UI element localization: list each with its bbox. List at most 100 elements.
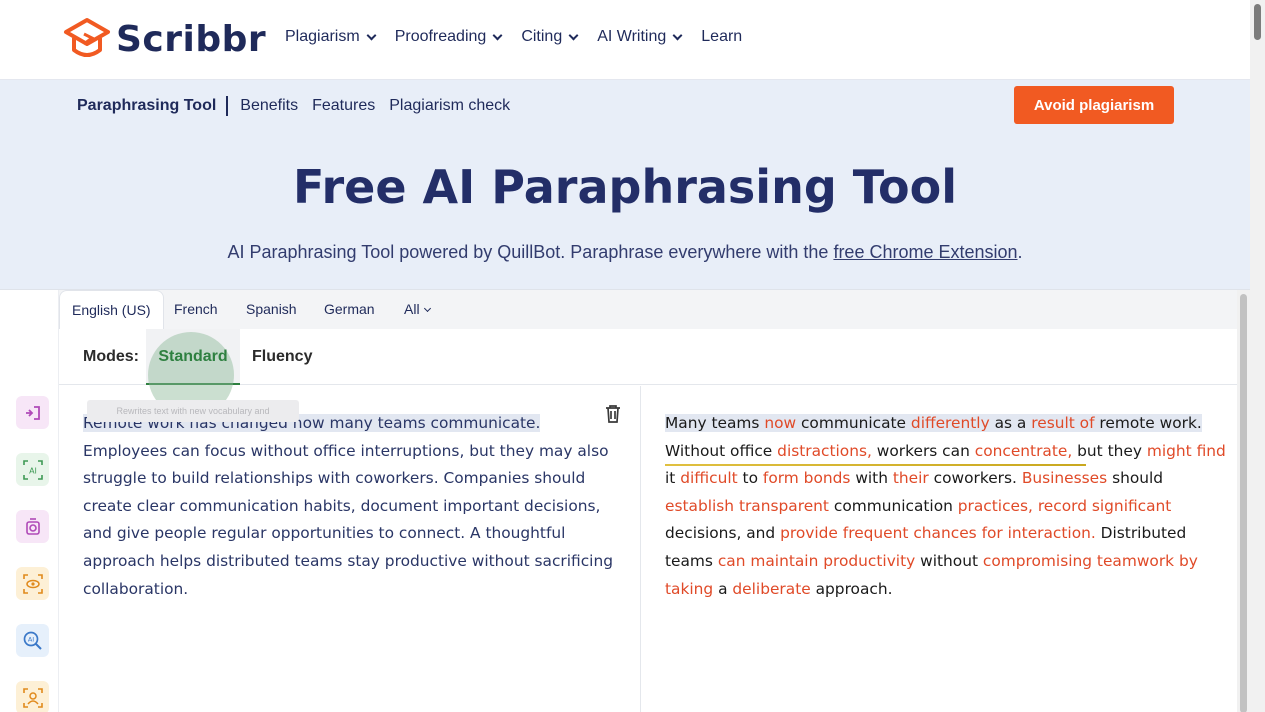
- sentence-underline: [665, 464, 1086, 466]
- subnav-plagiarism-check[interactable]: Plagiarism check: [389, 97, 510, 115]
- changed-phrase[interactable]: form bonds: [763, 469, 851, 487]
- changed-phrase[interactable]: deliberate: [732, 580, 810, 598]
- mode-tooltip: Rewrites text with new vocabulary and: [87, 400, 299, 422]
- nav-label: AI Writing: [597, 28, 667, 45]
- page-scroll-thumb[interactable]: [1254, 4, 1261, 40]
- chevron-down-icon: [423, 304, 431, 313]
- changed-phrase[interactable]: their: [893, 469, 929, 487]
- output-segment: as a: [989, 414, 1032, 432]
- changed-phrase[interactable]: can maintain productivity: [718, 552, 915, 570]
- changed-phrase[interactable]: practices, record significant: [958, 497, 1172, 515]
- nav-learn[interactable]: Learn: [701, 28, 742, 46]
- brand-name: Scribbr: [116, 18, 267, 60]
- mode-standard[interactable]: Standard: [146, 329, 240, 418]
- subtitle-period: .: [1017, 242, 1023, 262]
- tab-all-label: All: [404, 301, 420, 317]
- nav-label: Proofreading: [394, 28, 487, 45]
- output-segment: remote work.: [1094, 414, 1202, 432]
- changed-phrase[interactable]: result of: [1031, 414, 1095, 432]
- ai-search-icon[interactable]: AI: [16, 624, 49, 657]
- grammar-glyph-icon: [25, 517, 40, 535]
- tab-french[interactable]: French: [174, 290, 218, 329]
- output-segment: with: [850, 469, 893, 488]
- nav-proofreading[interactable]: Proofreading: [394, 28, 503, 46]
- changed-phrase[interactable]: concentrate,: [975, 442, 1073, 460]
- tab-all[interactable]: All: [404, 290, 431, 329]
- output-segment: a: [713, 579, 733, 598]
- output-segment: coworkers.: [928, 469, 1022, 488]
- subnav-benefits[interactable]: Benefits: [240, 97, 298, 115]
- svg-text:AI: AI: [29, 466, 37, 475]
- chevron-down-icon: [366, 30, 377, 40]
- ai-search-glyph-icon: AI: [23, 631, 42, 650]
- trash-icon[interactable]: [604, 404, 622, 424]
- changed-phrase[interactable]: establish transparent: [665, 497, 829, 515]
- paraphrasing-tool: AI AI English (US) French Spanish German…: [0, 289, 1250, 712]
- nav-label: Plagiarism: [285, 28, 360, 45]
- paraphrase-glyph-icon: [25, 405, 40, 420]
- scribbr-logo[interactable]: Scribbr: [62, 16, 266, 62]
- hero-subtitle: AI Paraphrasing Tool powered by QuillBot…: [0, 242, 1250, 263]
- nav-label: Citing: [521, 28, 563, 45]
- main-nav: Plagiarism Proofreading Citing AI Writin…: [285, 28, 762, 46]
- changed-phrase[interactable]: distractions,: [777, 442, 872, 460]
- humanizer-icon[interactable]: [16, 681, 49, 712]
- eye-scan-glyph-icon: [22, 573, 43, 594]
- language-tabs: English (US) French Spanish German All: [59, 290, 1237, 329]
- output-text[interactable]: Many teams now communicate differently a…: [665, 410, 1231, 603]
- input-editor[interactable]: Remote work has changed how many teams c…: [59, 386, 641, 712]
- input-rest-text: Employees can focus without office inter…: [83, 441, 613, 598]
- ai-detector-glyph-icon: AI: [22, 459, 43, 480]
- modes-bar: Modes: Standard Fluency: [59, 329, 1237, 418]
- changed-phrase[interactable]: might find: [1147, 442, 1226, 460]
- nav-citing[interactable]: Citing: [521, 28, 579, 46]
- avoid-plagiarism-button[interactable]: Avoid plagiarism: [1014, 86, 1174, 124]
- changed-phrase[interactable]: provide frequent chances for interaction…: [780, 524, 1096, 542]
- summarize-icon[interactable]: [16, 567, 49, 600]
- subnav-features[interactable]: Features: [312, 97, 375, 115]
- chevron-down-icon: [568, 30, 579, 40]
- subtitle-text: AI Paraphrasing Tool powered by QuillBot…: [227, 242, 834, 262]
- tool-sidebar: AI AI: [0, 290, 59, 712]
- output-segment: communicate: [796, 414, 911, 432]
- output-segment: without: [915, 551, 983, 570]
- tab-german[interactable]: German: [324, 290, 375, 329]
- paraphrase-icon[interactable]: [16, 396, 49, 429]
- subnav-current[interactable]: Paraphrasing Tool: [77, 96, 229, 116]
- nav-label: Learn: [701, 28, 743, 45]
- output-segment: approach.: [810, 579, 893, 598]
- output-segment: communication: [828, 496, 958, 515]
- person-scan-glyph-icon: [22, 687, 43, 708]
- tab-english-us[interactable]: English (US): [59, 290, 164, 329]
- page-scrollbar[interactable]: [1250, 0, 1265, 712]
- changed-phrase[interactable]: now: [764, 414, 797, 432]
- changed-phrase[interactable]: difficult: [680, 469, 737, 487]
- nav-ai-writing[interactable]: AI Writing: [597, 28, 683, 46]
- output-segment: should: [1107, 469, 1164, 488]
- nav-plagiarism[interactable]: Plagiarism: [285, 28, 377, 46]
- ai-detector-icon[interactable]: AI: [16, 453, 49, 486]
- output-segment: it: [665, 469, 681, 488]
- mode-standard-label: Standard: [158, 348, 228, 365]
- output-segment: Many teams: [665, 414, 765, 432]
- chrome-extension-link[interactable]: free Chrome Extension: [833, 242, 1017, 262]
- output-segment: workers can: [871, 441, 975, 460]
- input-text[interactable]: Remote work has changed how many teams c…: [83, 410, 623, 603]
- modes-label: Modes:: [83, 348, 139, 365]
- output-segment: decisions, and: [665, 524, 781, 543]
- output-editor[interactable]: Many teams now communicate differently a…: [641, 386, 1237, 712]
- output-segment: Without office: [665, 441, 778, 460]
- mode-fluency[interactable]: Fluency: [252, 329, 312, 385]
- changed-phrase[interactable]: differently: [910, 414, 990, 432]
- output-segment: but they: [1072, 441, 1147, 460]
- hero-section: Paraphrasing Tool Benefits Features Plag…: [0, 80, 1250, 292]
- output-segment: to: [737, 469, 763, 488]
- sub-navigation: Paraphrasing Tool Benefits Features Plag…: [77, 96, 510, 116]
- panel-scroll-thumb[interactable]: [1240, 294, 1247, 712]
- page-title: Free AI Paraphrasing Tool: [292, 160, 958, 214]
- panel-scrollbar[interactable]: [1237, 290, 1250, 712]
- tab-spanish[interactable]: Spanish: [246, 290, 297, 329]
- grammar-check-icon[interactable]: [16, 510, 49, 543]
- changed-phrase[interactable]: Businesses: [1022, 469, 1107, 487]
- top-navigation: Scribbr Plagiarism Proofreading Citing A…: [0, 0, 1250, 80]
